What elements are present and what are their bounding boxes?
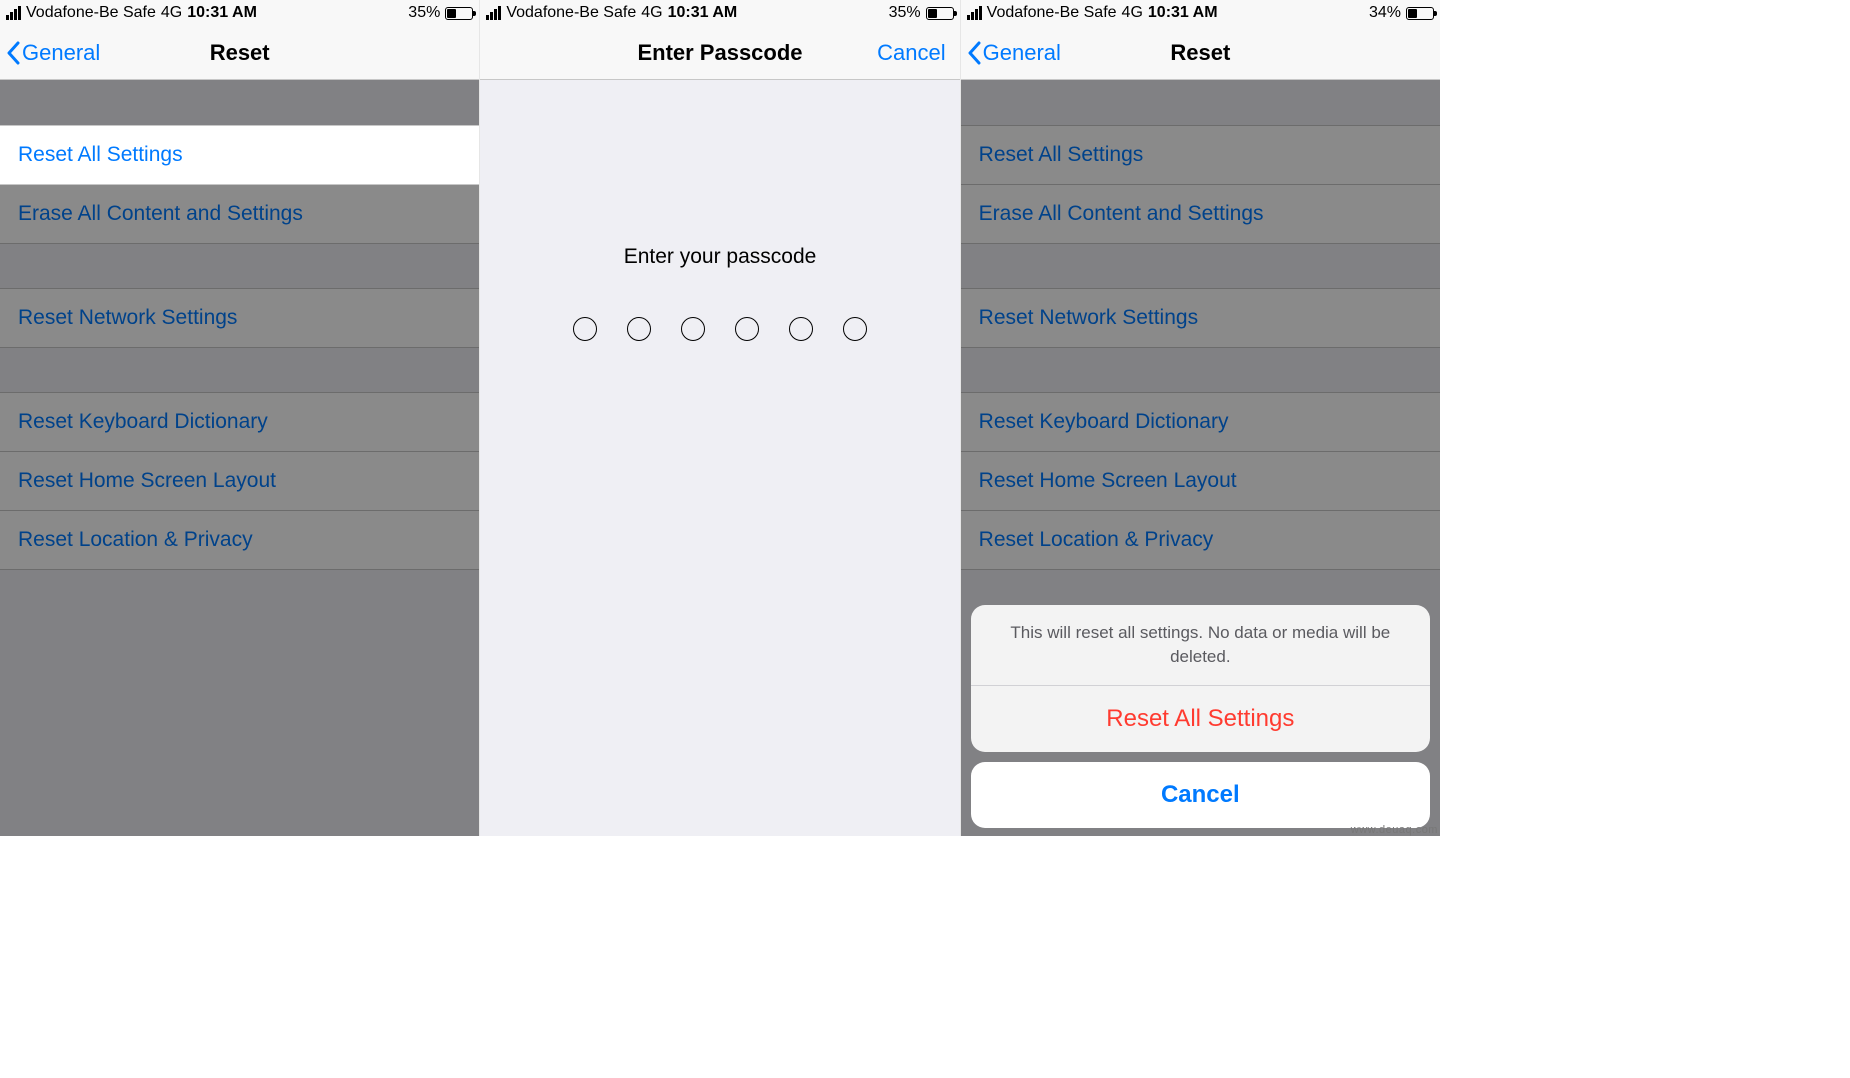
network-label: 4G: [641, 4, 662, 22]
back-label: General: [983, 40, 1061, 66]
cell-label: Reset Keyboard Dictionary: [979, 410, 1229, 433]
back-button[interactable]: General: [967, 40, 1061, 66]
watermark: www.deuaq.com: [1351, 824, 1438, 836]
nav-bar: General Reset: [961, 26, 1440, 80]
signal-bars-icon: [6, 6, 21, 20]
chevron-left-icon: [967, 41, 981, 65]
back-label: General: [22, 40, 100, 66]
action-sheet: This will reset all settings. No data or…: [971, 605, 1430, 828]
passcode-dot: [735, 317, 759, 341]
network-label: 4G: [161, 4, 182, 22]
battery-icon: [926, 7, 954, 20]
sheet-message: This will reset all settings. No data or…: [971, 605, 1430, 686]
passcode-prompt: Enter your passcode: [624, 245, 817, 269]
cell-label: Reset All Settings: [18, 143, 183, 166]
passcode-dot: [627, 317, 651, 341]
cell-label: Erase All Content and Settings: [18, 202, 303, 225]
nav-bar: Enter Passcode Cancel: [480, 26, 959, 80]
cell-reset-all-settings[interactable]: Reset All Settings: [961, 125, 1440, 185]
nav-bar: General Reset: [0, 26, 479, 80]
status-bar: Vodafone-Be Safe 4G 10:31 AM 35%: [0, 0, 479, 26]
carrier-label: Vodafone-Be Safe: [26, 4, 156, 22]
sheet-cancel-button[interactable]: Cancel: [971, 762, 1430, 828]
screen-reset-list-actionsheet: Vodafone-Be Safe 4G 10:31 AM 34% General…: [961, 0, 1440, 836]
screen-reset-list-highlight: Vodafone-Be Safe 4G 10:31 AM 35% General…: [0, 0, 480, 836]
time-label: 10:31 AM: [187, 4, 257, 22]
page-title: Reset: [1170, 40, 1230, 66]
cell-reset-home-layout[interactable]: Reset Home Screen Layout: [961, 451, 1440, 511]
back-button[interactable]: General: [6, 40, 100, 66]
cell-erase-all-content[interactable]: Erase All Content and Settings: [961, 184, 1440, 244]
time-label: 10:31 AM: [668, 4, 738, 22]
status-bar: Vodafone-Be Safe 4G 10:31 AM 35%: [480, 0, 959, 26]
cell-reset-network[interactable]: Reset Network Settings: [0, 288, 479, 348]
cell-reset-home-layout[interactable]: Reset Home Screen Layout: [0, 451, 479, 511]
sheet-action-label: Reset All Settings: [1106, 705, 1294, 732]
cell-label: Reset Home Screen Layout: [18, 469, 276, 492]
page-title: Reset: [210, 40, 270, 66]
passcode-dot: [573, 317, 597, 341]
cell-label: Erase All Content and Settings: [979, 202, 1264, 225]
network-label: 4G: [1122, 4, 1143, 22]
cell-reset-all-settings[interactable]: Reset All Settings: [0, 125, 479, 185]
battery-icon: [1406, 7, 1434, 20]
battery-pct-label: 35%: [408, 4, 440, 22]
sheet-cancel-label: Cancel: [1161, 781, 1240, 808]
cell-label: Reset Location & Privacy: [18, 528, 253, 551]
cell-label: Reset Keyboard Dictionary: [18, 410, 268, 433]
passcode-dot: [843, 317, 867, 341]
signal-bars-icon: [967, 6, 982, 20]
carrier-label: Vodafone-Be Safe: [506, 4, 636, 22]
screen-enter-passcode: Vodafone-Be Safe 4G 10:31 AM 35% Enter P…: [480, 0, 960, 836]
battery-pct-label: 35%: [889, 4, 921, 22]
cell-reset-network[interactable]: Reset Network Settings: [961, 288, 1440, 348]
cell-reset-location-privacy[interactable]: Reset Location & Privacy: [0, 510, 479, 570]
cell-label: Reset Network Settings: [979, 306, 1198, 329]
cell-label: Reset Home Screen Layout: [979, 469, 1237, 492]
cancel-button[interactable]: Cancel: [877, 40, 945, 66]
time-label: 10:31 AM: [1148, 4, 1218, 22]
cell-label: Reset All Settings: [979, 143, 1144, 166]
cell-reset-location-privacy[interactable]: Reset Location & Privacy: [961, 510, 1440, 570]
cancel-label: Cancel: [877, 40, 945, 65]
cell-reset-keyboard[interactable]: Reset Keyboard Dictionary: [961, 392, 1440, 452]
battery-pct-label: 34%: [1369, 4, 1401, 22]
cell-erase-all-content[interactable]: Erase All Content and Settings: [0, 184, 479, 244]
passcode-dots[interactable]: [573, 317, 867, 341]
page-title: Enter Passcode: [637, 40, 802, 66]
passcode-dot: [681, 317, 705, 341]
cell-label: Reset Network Settings: [18, 306, 237, 329]
signal-bars-icon: [486, 6, 501, 20]
battery-icon: [445, 7, 473, 20]
passcode-dot: [789, 317, 813, 341]
cell-label: Reset Location & Privacy: [979, 528, 1214, 551]
status-bar: Vodafone-Be Safe 4G 10:31 AM 34%: [961, 0, 1440, 26]
chevron-left-icon: [6, 41, 20, 65]
carrier-label: Vodafone-Be Safe: [987, 4, 1117, 22]
cell-reset-keyboard[interactable]: Reset Keyboard Dictionary: [0, 392, 479, 452]
sheet-reset-all-button[interactable]: Reset All Settings: [971, 686, 1430, 752]
